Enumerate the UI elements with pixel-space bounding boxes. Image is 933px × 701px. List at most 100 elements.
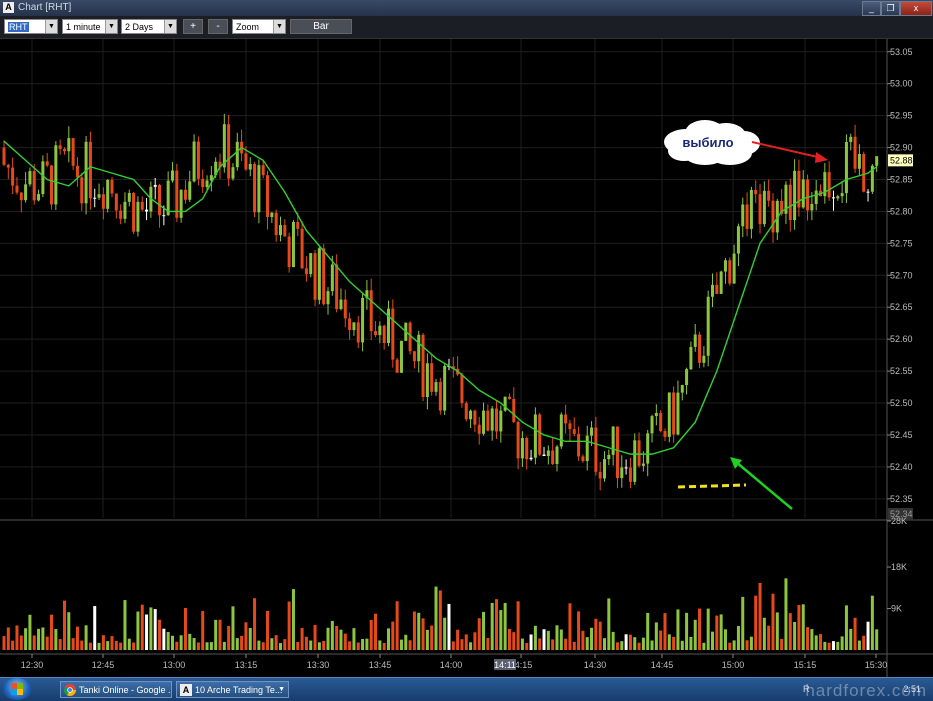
price-bar (361, 297, 365, 343)
symbol-select[interactable]: RHT ▼ (4, 19, 58, 34)
price-bar (559, 414, 563, 447)
volume-bar (685, 612, 689, 650)
volume-bar (2, 636, 6, 650)
price-bar (227, 124, 231, 179)
volume-bar (711, 631, 715, 650)
price-bar (231, 167, 235, 179)
price-bar (15, 185, 19, 193)
price-bar (741, 204, 745, 227)
zoom-in-button[interactable]: + (183, 19, 203, 34)
volume-bar (810, 629, 814, 650)
volume-bar (313, 624, 317, 650)
volume-tick-label: 9K (891, 604, 902, 614)
chevron-down-icon[interactable]: ▼ (164, 20, 176, 33)
volume-bar (555, 625, 559, 650)
volume-bar (438, 590, 442, 650)
volume-bar (166, 631, 170, 650)
volume-bar (266, 610, 270, 650)
price-bar (633, 440, 637, 482)
interval-select[interactable]: 1 minute ▼ (62, 19, 118, 34)
price-bar (581, 456, 585, 462)
price-bar (287, 236, 291, 268)
volume-bar (430, 625, 434, 650)
volume-bar (464, 634, 468, 650)
volume-bar (361, 638, 365, 650)
price-bar (486, 410, 490, 431)
price-bar (598, 471, 602, 479)
price-bar (343, 299, 347, 319)
zoom-out-button[interactable]: - (208, 19, 228, 34)
restore-button[interactable]: ❐ (881, 1, 900, 16)
price-bar (222, 124, 226, 168)
volume-bar (443, 617, 447, 650)
volume-bar (676, 609, 680, 650)
zoom-select[interactable]: Zoom ▼ (232, 19, 286, 34)
volume-bar (633, 637, 637, 650)
price-bar (499, 410, 503, 432)
price-bar (296, 222, 300, 229)
window-titlebar: A Chart [RHT] _ ❐ x (0, 0, 933, 17)
price-bar (762, 190, 766, 225)
price-bar (831, 197, 835, 199)
windows-logo-icon (11, 683, 23, 695)
price-tick-label: 52.65 (890, 302, 913, 312)
chart-area[interactable]: 53.05 53.00 52.95 52.90 52.85 52.80 52.75 52.70… (0, 39, 933, 677)
price-bar (836, 196, 840, 199)
chrome-icon (64, 684, 76, 696)
volume-bar (801, 604, 805, 650)
current-price-label: 52.88 (890, 155, 913, 165)
app-icon: A (3, 2, 14, 13)
volume-bar (322, 640, 326, 650)
taskbar-item-label: Tanki Online - Google ... (79, 685, 172, 695)
price-bar (374, 331, 378, 336)
volume-bar (253, 598, 257, 650)
volume-bar (378, 640, 382, 650)
volume-bar (780, 638, 784, 650)
chevron-down-icon[interactable]: ▼ (105, 20, 117, 33)
volume-bar (525, 642, 529, 650)
volume-bar (615, 642, 619, 650)
price-bar (430, 363, 434, 392)
price-bar (590, 427, 594, 436)
watermark: hardforex.com (805, 681, 927, 700)
volume-bar (227, 625, 231, 650)
bar-style-button[interactable]: Bar (290, 19, 352, 34)
volume-bar (603, 638, 607, 650)
range-select[interactable]: 2 Days ▼ (121, 19, 177, 34)
volume-bar (218, 619, 222, 650)
price-bar (603, 459, 607, 479)
taskbar-item-arche[interactable]: A 10 Arche Trading Te... ▼ (176, 681, 289, 698)
volume-bar (162, 628, 166, 650)
volume-bar (309, 640, 313, 650)
taskbar-item-chrome[interactable]: Tanki Online - Google ... (60, 681, 172, 698)
price-bar (728, 260, 732, 284)
chevron-down-icon[interactable]: ▼ (273, 20, 285, 33)
volume-bar (391, 621, 395, 650)
volume-bar (140, 604, 144, 650)
volume-bar (6, 627, 10, 650)
price-bar (313, 253, 317, 300)
volume-bar (404, 634, 408, 650)
restore-icon: ❐ (886, 3, 895, 13)
price-bar (140, 201, 144, 210)
chevron-down-icon[interactable]: ▼ (45, 20, 57, 33)
price-bar (266, 175, 270, 218)
price-bar (490, 408, 494, 431)
volume-bar (754, 595, 758, 650)
price-bar (516, 421, 520, 459)
volume-bar (58, 639, 62, 650)
price-bar (715, 284, 719, 294)
price-bar (304, 268, 308, 275)
price-bar (538, 414, 542, 455)
price-bar (624, 467, 628, 469)
price-bar (469, 410, 473, 420)
volume-bar (348, 641, 352, 650)
price-bar (37, 194, 41, 201)
price-chart[interactable]: 53.05 53.00 52.95 52.90 52.85 52.80 52.75 52.70… (0, 39, 933, 677)
start-button[interactable] (2, 678, 32, 700)
price-bar (11, 167, 15, 186)
close-button[interactable]: x (900, 1, 932, 16)
volume-bar (67, 612, 71, 650)
price-bar (399, 340, 403, 373)
minimize-button[interactable]: _ (862, 1, 881, 16)
